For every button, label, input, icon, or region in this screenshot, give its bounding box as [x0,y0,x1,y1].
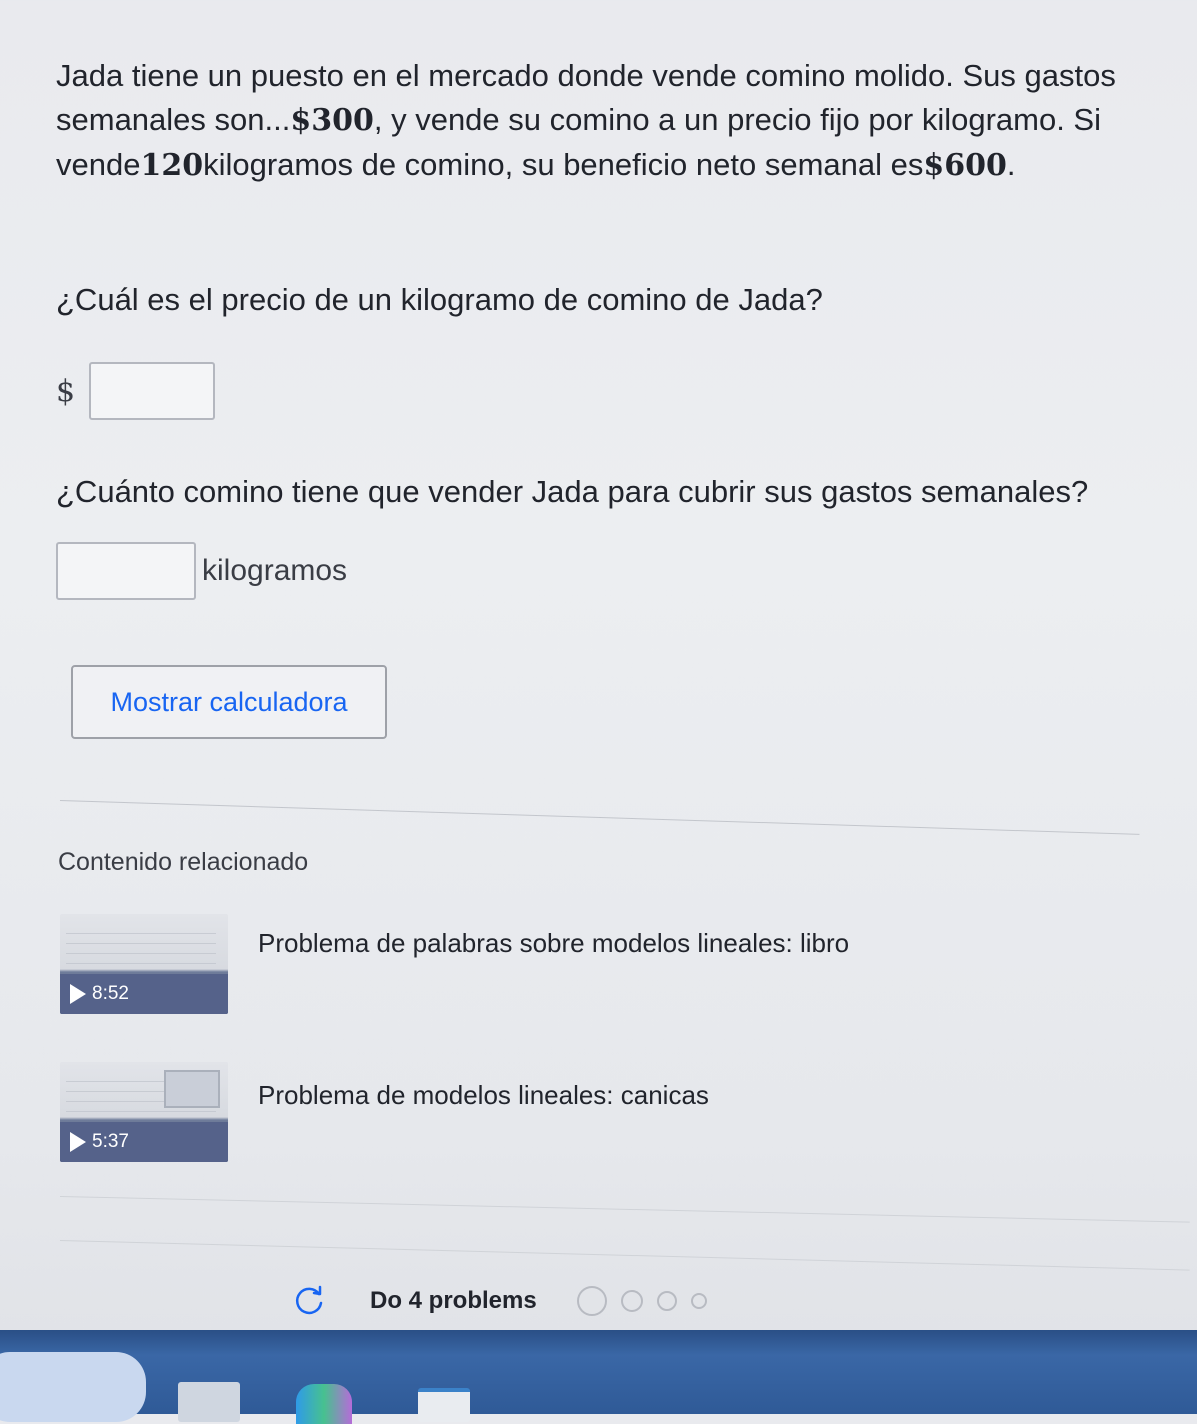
related-video-item[interactable]: 5:37 Problema de modelos lineales: canic… [60,1062,709,1162]
duration-bar: 5:37 [60,1122,228,1162]
restart-icon[interactable] [292,1284,326,1318]
progress-dot [690,1293,707,1309]
play-icon [70,1132,86,1152]
video-title-link[interactable]: Problema de modelos lineales: canicas [258,1080,709,1111]
thumbnail-graphic [66,924,216,964]
progress-dot [620,1290,643,1312]
footer-divider [59,1196,1190,1223]
exercise-content: Jada tiene un puesto en el mercado donde… [0,0,1197,1330]
thumbnail-box-graphic [164,1070,220,1108]
taskbar-app-icon[interactable] [418,1388,470,1422]
footer-divider [59,1240,1190,1271]
taskbar-search-pill[interactable] [0,1352,146,1422]
play-icon [70,984,86,1004]
problem-text-part3: kilogramos de comino, su beneficio neto … [203,147,924,182]
section-divider [59,800,1140,835]
answer-row-price: $ [56,362,216,420]
video-duration: 5:37 [92,1131,129,1152]
problem-statement: Jada tiene un puesto en el mercado donde… [56,54,1156,188]
video-duration: 8:52 [92,983,129,1004]
problem-kilograms: 120 [140,148,204,183]
progress-label: Do 4 problems [370,1287,537,1314]
problem-profit: $600 [923,148,1007,183]
video-thumbnail[interactable]: 5:37 [60,1062,228,1162]
duration-bar: 8:52 [60,974,228,1014]
related-content-heading: Contenido relacionado [58,848,309,876]
problem-expenses: $300 [290,103,374,138]
progress-row: Do 4 problems [292,1284,721,1318]
question-price: ¿Cuál es el precio de un kilogramo de co… [56,282,823,317]
video-title-link[interactable]: Problema de palabras sobre modelos linea… [258,928,849,959]
progress-dots [576,1286,721,1316]
answer-row-kilograms: kilogramos [56,542,347,600]
taskbar-app-icon[interactable] [178,1382,240,1422]
kilograms-unit-label: kilogramos [202,554,348,587]
show-calculator-button[interactable]: Mostrar calculadora [71,665,387,739]
problem-text-part4: . [1006,147,1016,182]
dollar-prefix: $ [56,373,76,409]
video-thumbnail[interactable]: 8:52 [60,914,228,1014]
os-taskbar [0,1330,1197,1424]
taskbar-app-icon[interactable] [296,1384,352,1424]
kilograms-answer-input[interactable] [56,542,196,600]
question-kilograms: ¿Cuánto comino tiene que vender Jada par… [56,474,1089,509]
related-video-item[interactable]: 8:52 Problema de palabras sobre modelos … [60,914,849,1014]
progress-dot [656,1291,677,1311]
progress-dot [576,1286,607,1316]
price-answer-input[interactable] [89,362,216,420]
